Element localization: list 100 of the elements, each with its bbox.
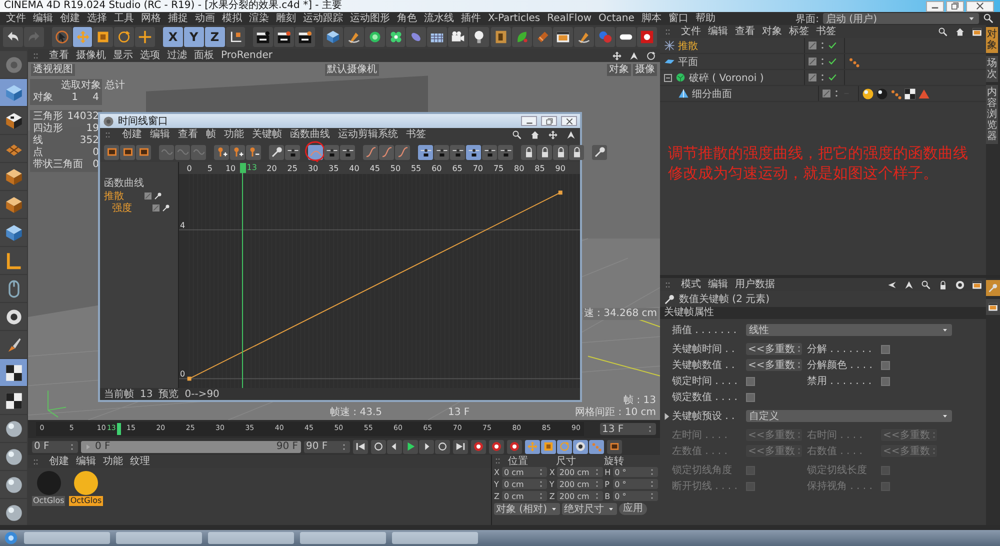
preview-range-slider[interactable]: 0 F 90 F [81, 440, 301, 452]
menu-item[interactable]: 角色 [397, 12, 417, 24]
object-menu-item[interactable]: 标签 [789, 26, 809, 38]
timeline-menu-item[interactable]: 函数曲线 [290, 129, 330, 141]
side-tab[interactable]: 对象 [986, 27, 998, 53]
timeline-menu-item[interactable]: 帧 [206, 129, 216, 141]
menu-item[interactable]: 插件 [461, 12, 481, 24]
attribute-menu-item[interactable]: 用户数据 [735, 278, 775, 290]
coordinate-field[interactable]: 200 cm [557, 479, 603, 489]
viewport-tab[interactable]: 摄像 [633, 64, 657, 76]
view-name-label: 透视视图 [31, 64, 75, 76]
coordinate-header: 旋转 [604, 454, 625, 468]
coordinate-field[interactable]: 0 cm [502, 467, 548, 477]
attribute-menu-item[interactable]: 编辑 [708, 278, 728, 290]
current-frame-field[interactable]: 13 F [600, 423, 656, 435]
camera-label[interactable]: 默认摄像机 [325, 64, 379, 76]
track-label[interactable]: 推散 [104, 189, 142, 203]
viewport-tab[interactable]: 对象 [607, 64, 631, 76]
viewport-menu-item[interactable]: 查看 [49, 50, 69, 62]
object-menu-item[interactable]: 查看 [735, 26, 755, 38]
viewport-menu-item[interactable]: 过滤 [167, 50, 187, 62]
side-tab[interactable]: 内容浏览器 [986, 85, 998, 144]
attribute-menu-item[interactable]: 模式 [681, 278, 701, 290]
menu-item[interactable]: 模拟 [222, 12, 242, 24]
coordinate-field[interactable]: 200 cm [557, 491, 603, 501]
dropdown-field[interactable]: 自定义 [746, 410, 952, 422]
stat-label: 四边形 [33, 123, 63, 134]
menu-item[interactable]: 捕捉 [168, 12, 188, 24]
menu-item[interactable]: Octane [598, 12, 634, 24]
menu-item[interactable]: 流水线 [424, 12, 454, 24]
material-menu-item[interactable]: 纹理 [130, 456, 150, 468]
size-mode-dropdown[interactable]: 绝对尺寸 [562, 503, 617, 515]
menu-item[interactable]: 渲染 [249, 12, 269, 24]
viewport-menu-item[interactable]: 面板 [194, 50, 214, 62]
frame-readout: 帧 : 13 [624, 395, 656, 407]
menu-item[interactable]: 运动跟踪 [303, 12, 343, 24]
coordinate-field[interactable]: 0 ° [612, 479, 658, 489]
menu-item[interactable]: 工具 [114, 12, 134, 24]
status-text: 13 [140, 388, 153, 400]
material-menu-item[interactable]: 创建 [49, 456, 69, 468]
object-name[interactable]: 破碎 ( Voronoi ) [689, 70, 764, 84]
material-menu-item[interactable]: 功能 [103, 456, 123, 468]
menu-item[interactable]: 脚本 [641, 12, 662, 24]
menu-item[interactable]: 创建 [60, 12, 80, 24]
viewport-menu-item[interactable]: ProRender [221, 50, 272, 62]
timeline-menu-item[interactable]: 书签 [406, 129, 426, 141]
coordinate-mode-dropdown[interactable]: 对象 (相对) [494, 503, 560, 515]
menu-item[interactable]: X-Particles [488, 12, 540, 24]
menu-item[interactable]: 运动图形 [350, 12, 390, 24]
menu-item[interactable]: 网格 [141, 12, 161, 24]
menu-item[interactable]: 窗口 [668, 12, 688, 24]
menu-item[interactable]: 编辑 [33, 12, 53, 24]
dropdown-field[interactable]: 线性 [746, 324, 952, 336]
menu-item[interactable]: 选择 [87, 12, 107, 24]
object-menu-item[interactable]: 文件 [681, 26, 701, 38]
viewport-menu-item[interactable]: 选项 [140, 50, 160, 62]
track-label[interactable]: 强度 [112, 201, 150, 215]
coordinate-field[interactable]: 0 ° [612, 467, 658, 477]
axis-lock-button[interactable]: X [163, 27, 183, 47]
axis-lock-button[interactable]: Y [184, 27, 204, 47]
viewport-menu-item[interactable]: 显示 [113, 50, 133, 62]
tick-label: 70 [472, 164, 484, 173]
coordinate-field[interactable]: 0 ° [612, 491, 658, 501]
status-text: 预览 [158, 388, 179, 401]
object-menu-item[interactable]: 对象 [762, 26, 782, 38]
material-menu-item[interactable]: 编辑 [76, 456, 96, 468]
start-frame-field[interactable]: 0 F [32, 440, 78, 452]
timeline-menu-item[interactable]: 创建 [122, 129, 142, 141]
object-menu-item[interactable]: 编辑 [708, 26, 728, 38]
menu-item[interactable]: RealFlow [547, 12, 592, 24]
side-tab[interactable]: 场次 [986, 56, 998, 82]
menu-item[interactable]: 帮助 [695, 12, 716, 24]
menu-item[interactable]: 文件 [6, 12, 26, 24]
timeline-menu-item[interactable]: 编辑 [150, 129, 170, 141]
stat-value: 19 [86, 123, 99, 135]
stat-label: 点 [33, 147, 43, 158]
section-header[interactable]: 关键帧属性 [660, 307, 986, 319]
coordinate-field[interactable]: 200 cm [557, 467, 603, 477]
object-name[interactable]: 推散 [678, 38, 698, 52]
number-field[interactable]: <<多重数 [746, 359, 802, 371]
viewport-menu-item[interactable]: 摄像机 [76, 50, 106, 62]
axis-lock-button[interactable]: Z [204, 27, 225, 47]
end-frame-field[interactable]: 90 F [304, 440, 350, 452]
menu-item[interactable]: 雕刻 [276, 12, 296, 24]
object-name[interactable]: 平面 [678, 54, 698, 68]
object-name[interactable]: 细分曲面 [692, 86, 732, 100]
menu-item[interactable]: 动画 [195, 12, 215, 24]
material-name[interactable]: OctGlos [69, 496, 103, 506]
object-menu-item[interactable]: 书签 [816, 26, 836, 38]
apply-button[interactable]: 应用 [618, 503, 647, 515]
timeline-menu-item[interactable]: 运动剪辑系统 [338, 129, 398, 141]
timeline-menu-item[interactable]: 查看 [178, 129, 198, 141]
coordinate-field[interactable]: 0 cm [502, 491, 548, 501]
number-field[interactable]: <<多重数 [746, 343, 802, 355]
coordinate-field[interactable]: 0 cm [502, 479, 548, 489]
material-name[interactable]: OctGlos [32, 496, 66, 506]
timeline-menu-item[interactable]: 功能 [224, 129, 244, 141]
timeline-menu-item[interactable]: 关键帧 [252, 129, 282, 141]
layout-dropdown[interactable]: 启动 (用户) [823, 13, 979, 24]
tick-label: 60 [432, 164, 442, 173]
